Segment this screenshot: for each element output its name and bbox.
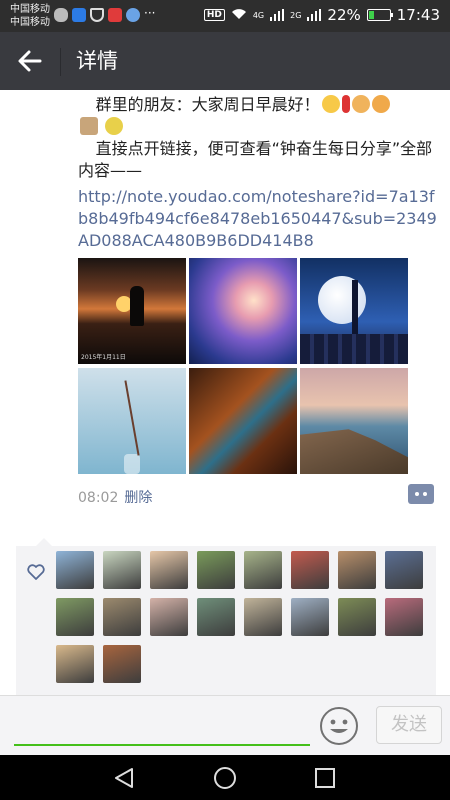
post-meta: 08:02 删除 [78,487,152,507]
liker-avatar[interactable] [150,551,188,589]
nav-recents-icon[interactable] [312,765,338,791]
liker-avatar[interactable] [197,551,235,589]
liker-avatar[interactable] [338,598,376,636]
comment-composer: 发送 [0,695,450,755]
comment-button[interactable] [408,484,434,504]
city-skyline [300,334,408,364]
post-time: 08:02 [78,490,119,506]
notification-icons: ··· [54,6,156,22]
liker-avatar[interactable] [150,598,188,636]
liker-avatar[interactable] [338,551,376,589]
liker-avatar[interactable] [56,645,94,683]
emoji-button[interactable] [319,706,359,746]
network-2-label: 2G [290,10,302,20]
liker-avatar[interactable] [385,598,423,636]
cliff-shape [300,429,408,474]
clock: 17:43 [396,6,440,24]
carrier-labels: 中国移动 中国移动 [10,3,50,29]
smile-emoji-icon [321,95,340,113]
photo-canyon-river[interactable] [189,368,297,474]
photo-grid: 2015年1月11日 [78,258,408,474]
post-text: 群里的朋友：大家周日早晨好！ 直接点开链接，便可查看“钟奋生每日分享”全部内容—… [78,94,443,182]
app-icon [72,8,86,22]
liker-avatar[interactable] [103,551,141,589]
photo-blossom[interactable] [78,368,186,474]
comment-input[interactable] [14,708,310,742]
photo-sunset-crane[interactable]: 2015年1月11日 [78,258,186,364]
moon-shape [318,276,366,324]
smiley-icon [320,707,358,745]
battery-percent: 22% [327,6,361,24]
liker-avatar[interactable] [244,598,282,636]
liker-avatar[interactable] [291,598,329,636]
likes-panel [16,538,436,695]
branch-shape [124,380,140,456]
liker-avatar[interactable] [56,551,94,589]
page-title: 详情 [76,49,118,73]
post-instruction: 直接点开链接，便可查看“钟奋生每日分享”全部内容—— [78,139,433,180]
navigation-bar [0,755,450,800]
back-arrow-icon [18,50,42,72]
status-right: HD 4G 2G 22% 17:43 [203,6,440,24]
title-bar: 详情 [0,32,450,90]
wifi-icon [231,6,247,24]
signal-1-icon [270,9,285,21]
title-divider [60,48,61,76]
more-icon: ··· [144,6,156,20]
input-underline [14,744,310,746]
hd-icon: HD [203,9,225,21]
cloud-icon [54,8,68,22]
photo-aurora[interactable] [189,258,297,364]
liker-avatar[interactable] [103,645,141,683]
post-detail: 群里的朋友：大家周日早晨好！ 直接点开链接，便可查看“钟奋生每日分享”全部内容—… [0,90,450,695]
thumbs-up-emoji-icon [105,117,124,135]
status-bar: 中国移动 中国移动 ··· HD 4G 2G 22% 17:43 [0,0,450,32]
nav-back-icon[interactable] [112,765,138,791]
note-link[interactable]: http://note.youdao.com/noteshare?id=7a13… [78,186,443,252]
send-button[interactable]: 发送 [376,706,442,744]
clap-emoji-icon [371,95,390,113]
liker-avatar[interactable] [197,598,235,636]
liker-avatar[interactable] [385,551,423,589]
network-1-label: 4G [252,10,265,20]
news-icon [108,8,122,22]
post-emoji-line [78,116,443,138]
battery-icon [366,9,393,21]
delete-link[interactable]: 删除 [124,490,152,506]
coffee-emoji-icon [80,117,98,135]
liker-avatar[interactable] [244,551,282,589]
liker-avatar[interactable] [291,551,329,589]
crane-silhouette [130,286,144,326]
nav-home-icon[interactable] [212,765,238,791]
shield-icon [90,8,104,22]
photo-lighthouse-cliff[interactable] [300,368,408,474]
vase-shape [124,454,140,474]
handshake-emoji-icon [351,95,370,113]
heart-icon[interactable] [27,564,45,580]
rose-emoji-icon [341,95,350,113]
signal-2-icon [307,9,322,21]
carrier-2: 中国移动 [10,17,50,28]
photo-date-stamp: 2015年1月11日 [81,354,126,361]
carrier-1: 中国移动 [10,4,50,15]
post-greeting: 群里的朋友：大家周日早晨好！ [78,94,443,116]
liker-avatar[interactable] [56,598,94,636]
liker-avatar[interactable] [103,598,141,636]
photo-moon-needle[interactable] [300,258,408,364]
back-button[interactable] [14,46,46,76]
game-icon [126,8,140,22]
